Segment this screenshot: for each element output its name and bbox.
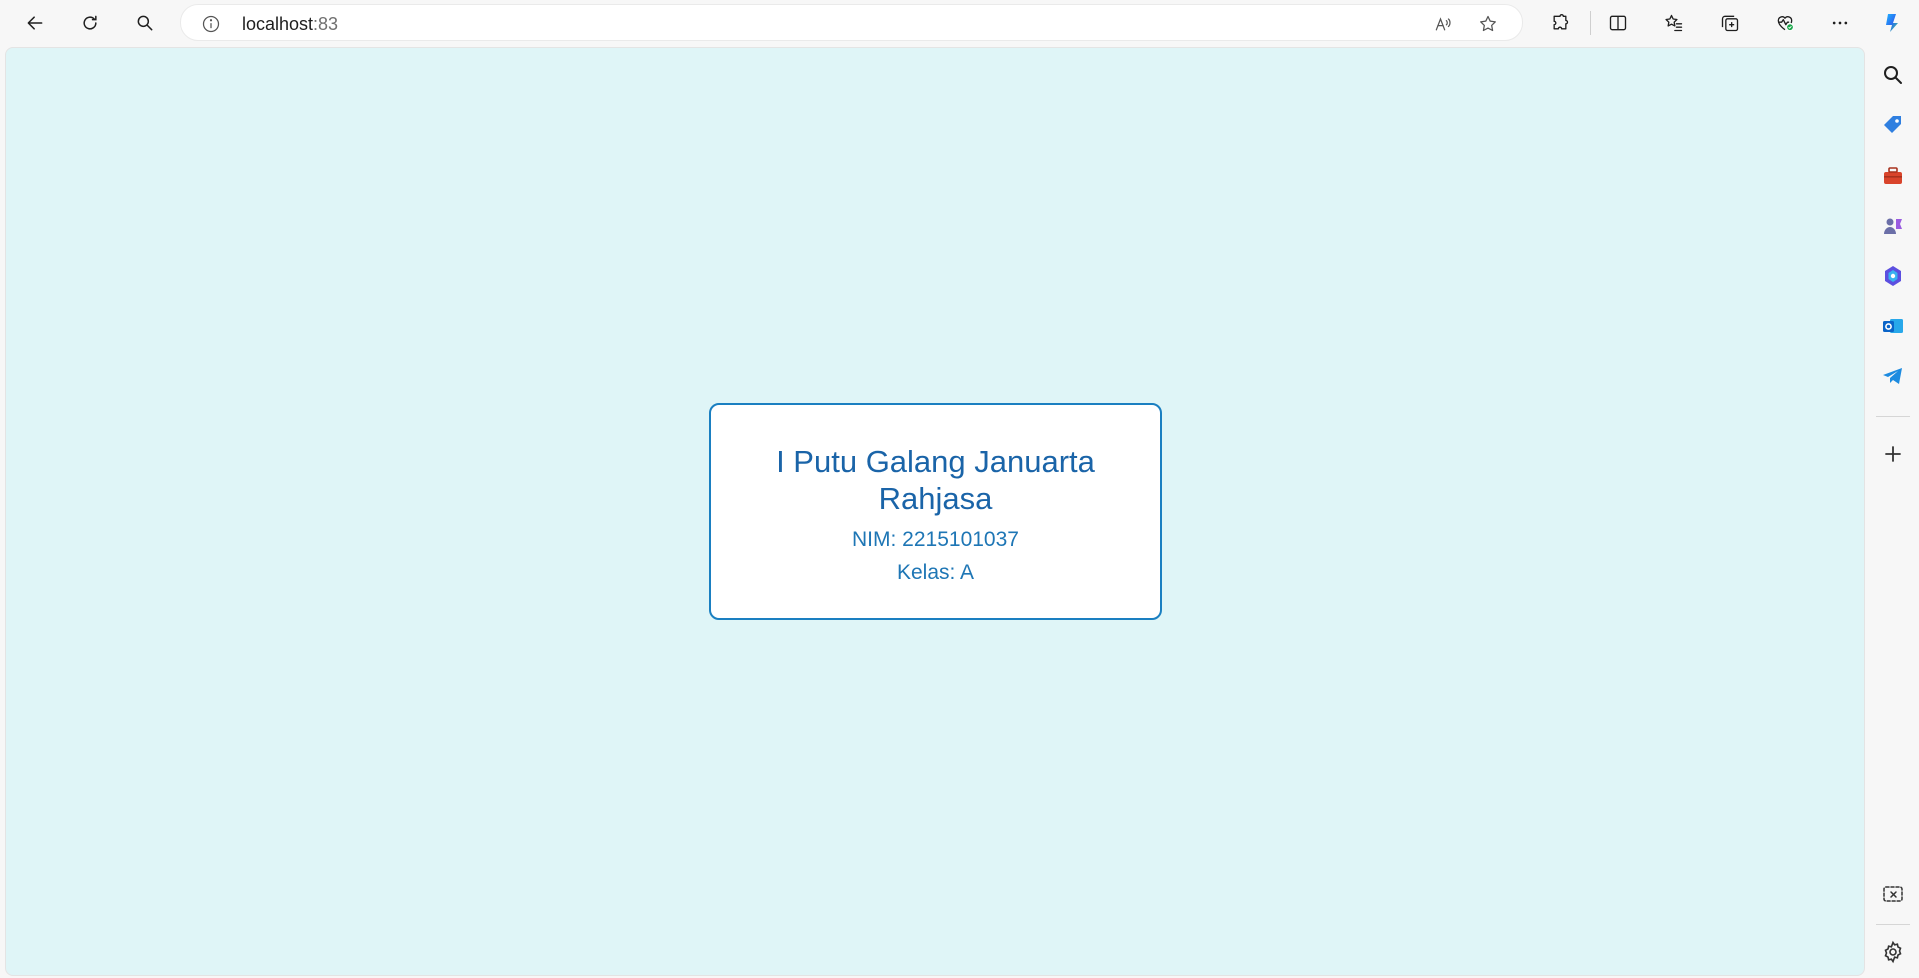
student-name: I Putu Galang Januarta Rahjasa [776, 444, 1095, 516]
favorites-list-icon[interactable] [1657, 6, 1691, 40]
page-viewport: I Putu Galang Januarta Rahjasa NIM: 2215… [5, 47, 1865, 976]
toolbar-divider [1590, 11, 1591, 35]
student-nim: NIM: 2215101037 [852, 528, 1019, 551]
student-class: Kelas: A [896, 561, 975, 584]
settings-icon[interactable] [1877, 936, 1909, 968]
star-icon[interactable] [1474, 10, 1502, 38]
browser-sidebar [1868, 0, 1919, 978]
back-arrow-icon[interactable] [18, 6, 52, 40]
read-aloud-icon[interactable] [1429, 10, 1457, 38]
m365-icon[interactable] [1877, 260, 1909, 292]
collections-icon[interactable] [1713, 6, 1747, 40]
sidebar-divider [1876, 416, 1910, 417]
info-icon[interactable] [201, 14, 221, 34]
address-bar[interactable]: localhost:83 [180, 4, 1523, 41]
split-screen-icon[interactable] [1601, 6, 1635, 40]
screenshot-icon[interactable] [1877, 879, 1909, 911]
url-text[interactable]: localhost:83 [242, 14, 338, 35]
sidebar-divider [1876, 924, 1910, 925]
copilot-icon[interactable] [1877, 7, 1909, 39]
shopping-tag-icon[interactable] [1877, 109, 1909, 141]
games-icon[interactable] [1877, 210, 1909, 242]
outlook-icon[interactable] [1877, 310, 1909, 342]
search-icon[interactable] [128, 6, 162, 40]
puzzle-icon[interactable] [1543, 6, 1577, 40]
heart-pulse-icon[interactable] [1768, 6, 1802, 40]
url-port: :83 [313, 14, 339, 34]
more-dots-icon[interactable] [1823, 6, 1857, 40]
reload-icon[interactable] [73, 6, 107, 40]
student-card: I Putu Galang Januarta Rahjasa NIM: 2215… [709, 403, 1162, 620]
toolbox-icon[interactable] [1877, 160, 1909, 192]
add-icon[interactable] [1877, 438, 1909, 470]
browser-toolbar: localhost:83 [0, 0, 1919, 45]
telegram-icon[interactable] [1877, 360, 1909, 392]
search-icon[interactable] [1877, 59, 1909, 91]
url-host: localhost [242, 14, 314, 34]
